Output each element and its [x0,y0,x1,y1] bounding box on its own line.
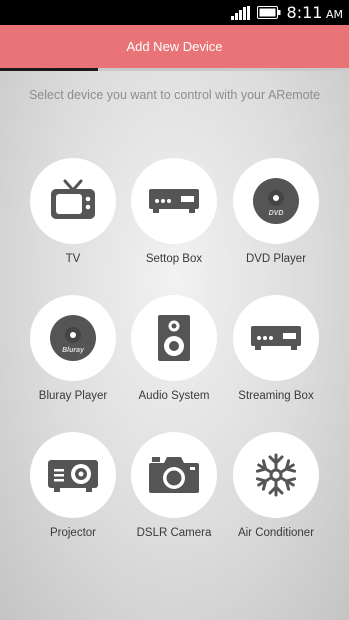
projector-icon [48,460,98,492]
device-audio-system[interactable]: Audio System [119,295,229,402]
device-projector[interactable]: Projector [18,432,128,539]
device-label: Streaming Box [238,390,314,402]
device-dvd-player[interactable]: DVD DVD Player [221,158,331,265]
speaker-icon [158,315,190,361]
device-label: Settop Box [145,253,203,265]
bluray-disc-icon: Bluray [50,315,96,361]
page-title: Add New Device [126,39,223,54]
device-button[interactable]: DVD [233,158,319,244]
device-label: Projector [49,527,97,539]
device-streaming-box[interactable]: Streaming Box [221,295,331,402]
device-label: DVD Player [245,253,307,265]
device-air-conditioner[interactable]: Air Conditioner [221,432,331,539]
device-button[interactable] [233,295,319,381]
device-label: Bluray Player [38,390,108,402]
device-label: Audio System [138,390,210,402]
status-time: 8:11 AM [286,3,343,22]
device-button[interactable] [131,432,217,518]
snowflake-icon [255,453,297,497]
instruction-text: Select device you want to control with y… [28,88,321,102]
settop-box-icon [149,189,199,213]
dvd-disc-icon: DVD [253,178,299,224]
app-header: Add New Device [0,25,349,68]
signal-icon [230,5,250,20]
bluray-icon-text: Bluray [62,347,85,354]
progress-fill [0,68,98,71]
camera-icon [149,457,199,493]
progress-bar [0,68,349,71]
status-bar: 8:11 AM [0,0,349,25]
battery-icon [256,6,281,19]
device-settop-box[interactable]: Settop Box [119,158,229,265]
device-button[interactable] [30,158,116,244]
device-button[interactable]: Bluray [30,295,116,381]
dvd-icon-text: DVD [269,210,284,217]
device-button[interactable] [131,295,217,381]
device-dslr-camera[interactable]: DSLR Camera [119,432,229,539]
streaming-box-icon [251,326,301,350]
device-button[interactable] [30,432,116,518]
device-bluray-player[interactable]: Bluray Bluray Player [18,295,128,402]
device-label: TV [65,253,81,265]
device-tv[interactable]: TV [18,158,128,265]
device-button[interactable] [233,432,319,518]
device-label: Air Conditioner [237,527,315,539]
tv-icon [51,179,95,219]
device-button[interactable] [131,158,217,244]
device-label: DSLR Camera [136,527,212,539]
